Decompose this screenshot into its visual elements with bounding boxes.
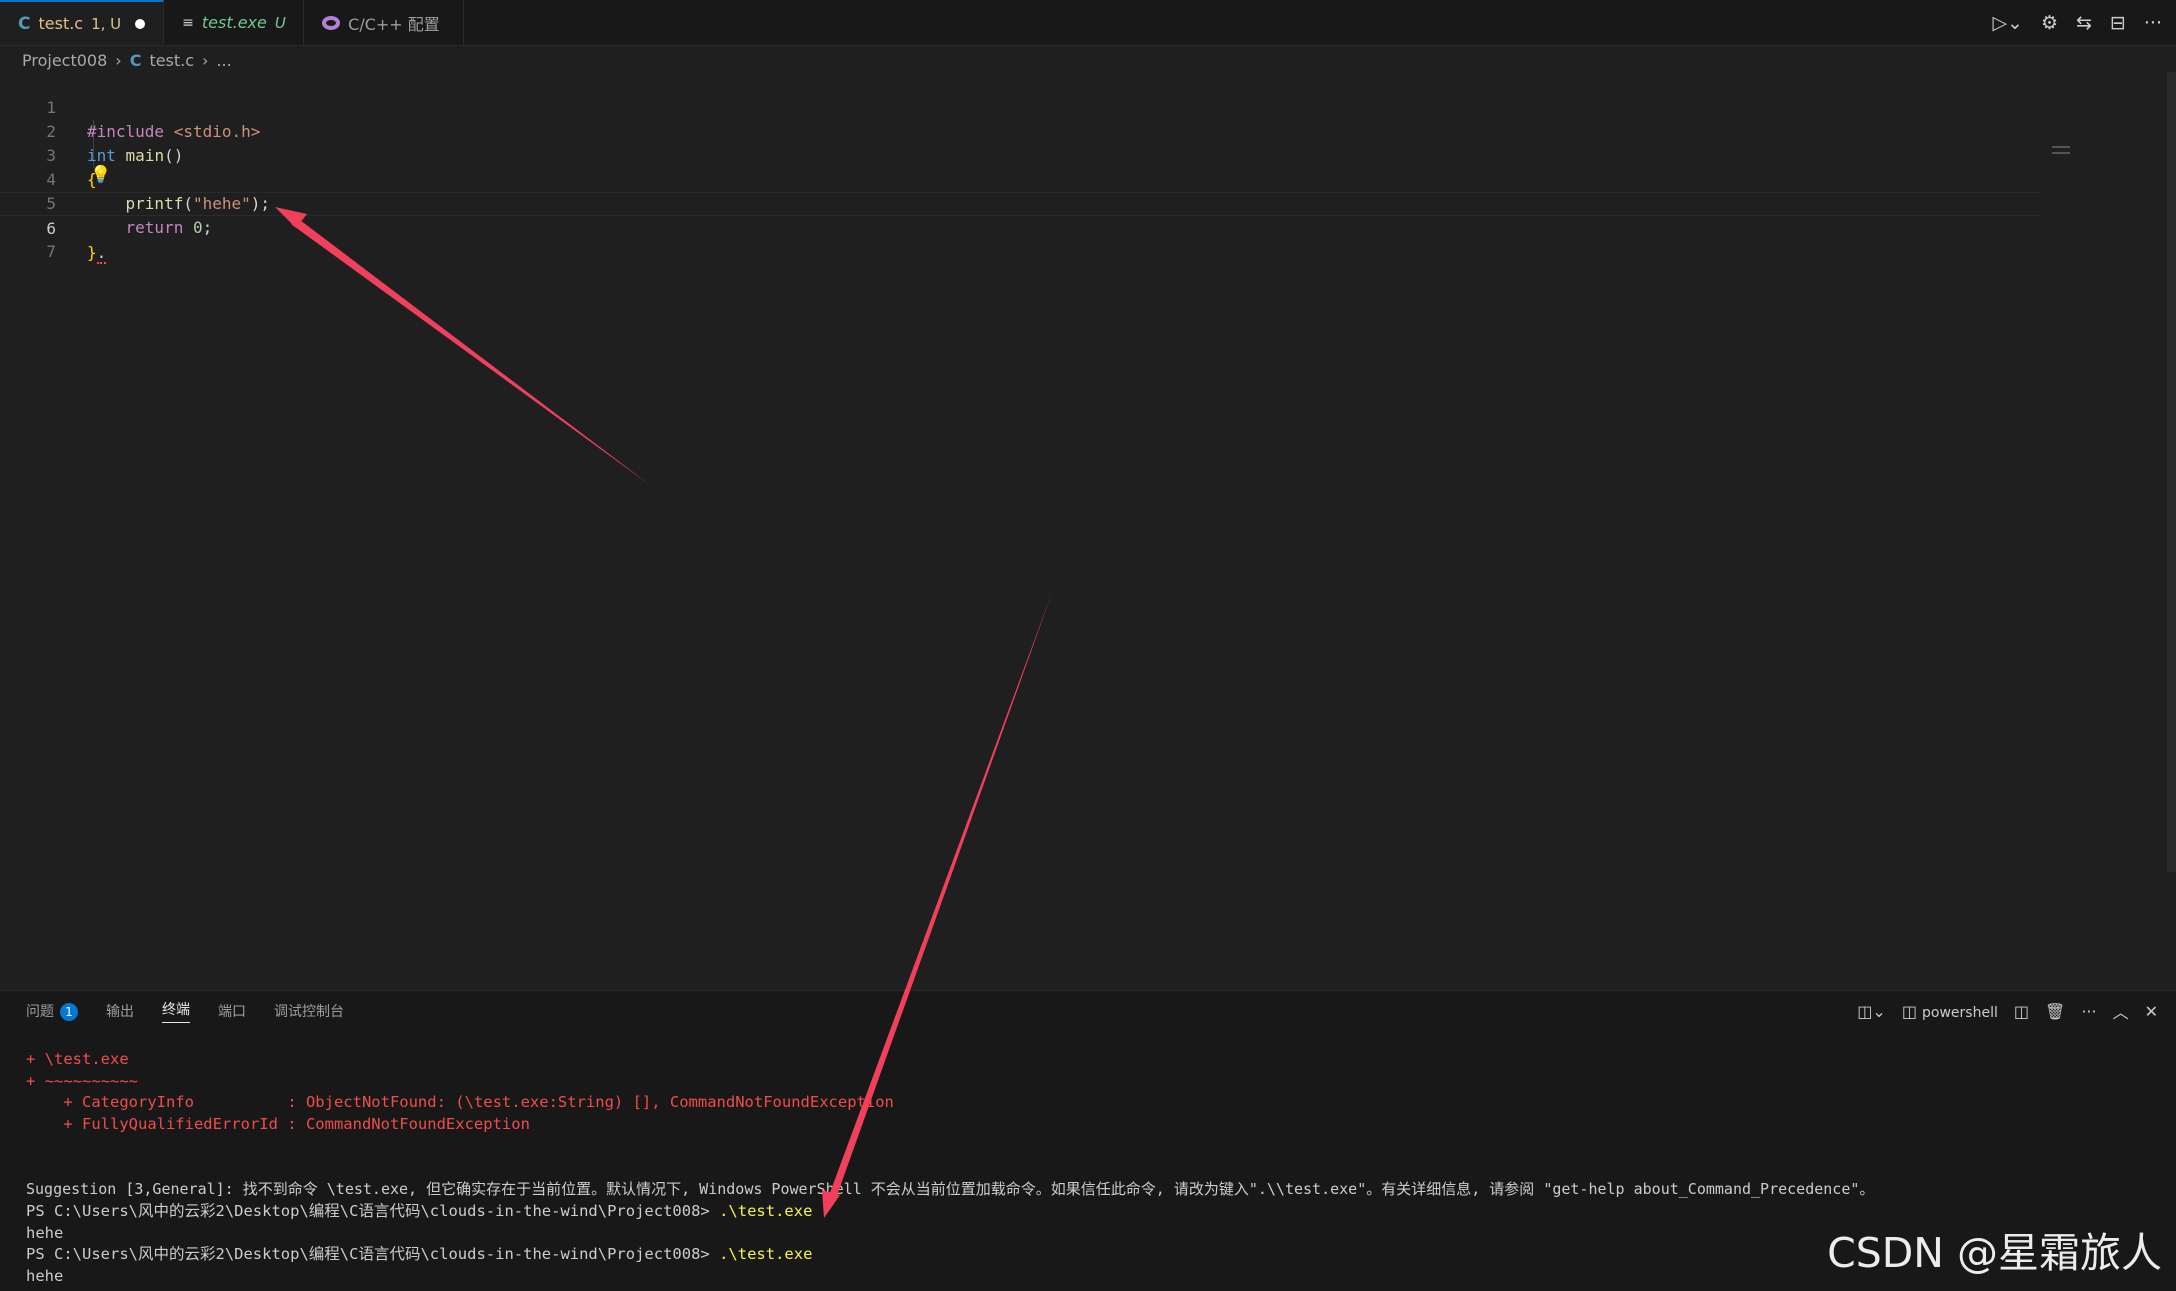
gear-icon[interactable]: ⚙ (2041, 12, 2058, 34)
unsaved-dot-icon[interactable] (135, 18, 146, 29)
breadcrumb-symbol[interactable]: ... (216, 51, 231, 70)
code-line[interactable]: 4 printf("hehe"); (0, 144, 2040, 213)
vscode-window: C test.c 1, U ≡ test.exe U C/C++ 配置 ▷⌄ ⚙… (0, 0, 2176, 1291)
tab-problems[interactable]: 问题 1 (26, 1001, 78, 1021)
tab-test-c[interactable]: C test.c 1, U (0, 0, 165, 45)
cpp-extension-icon (322, 15, 341, 30)
minimap[interactable] (2052, 146, 2070, 154)
terminal-line: Suggestion [3,General]: 找不到命令 \test.exe,… (26, 1180, 1875, 1199)
terminal-line: + FullyQualifiedErrorId : CommandNotFoun… (26, 1115, 530, 1134)
terminal-line: + \test.exe (26, 1050, 129, 1068)
terminal-line: + CategoryInfo : ObjectNotFound: (\test.… (26, 1093, 894, 1112)
code-line[interactable]: 1 #include <stdio.h> (0, 72, 2040, 141)
code-line[interactable]: 5 return 0; (0, 168, 2040, 237)
tab-label: test.exe (201, 13, 267, 32)
panel-actions: ◫⌄ ◫ powershell ◫ 🗑 ··· ︿ ✕ (1857, 991, 2158, 1031)
tab-test-exe[interactable]: ≡ test.exe U (164, 0, 305, 45)
breadcrumb: Project008 › C test.c › ... (22, 48, 232, 72)
breadcrumb-file[interactable]: test.c (149, 51, 194, 70)
breadcrumb-folder[interactable]: Project008 (22, 51, 107, 70)
terminal-instance[interactable]: ◫ powershell (1902, 1002, 1998, 1021)
code-editor[interactable]: 1 #include <stdio.h> 2 int main() 3 { 4 … (0, 72, 2176, 990)
maximize-panel-icon[interactable]: ︿ (2113, 999, 2129, 1023)
text-file-icon: ≡ (182, 14, 194, 31)
chevron-right-icon: › (202, 50, 209, 70)
tab-debug-console[interactable]: 调试控制台 (274, 1001, 344, 1021)
problems-count-badge: 1 (60, 1003, 78, 1021)
split-editor-icon[interactable]: ⊟ (2110, 12, 2126, 34)
code-line[interactable]: 7 (0, 216, 2040, 261)
editor-scrollbar[interactable] (2167, 72, 2176, 872)
code-line[interactable]: 2 int main() (0, 96, 2040, 165)
tab-badge: U (274, 13, 286, 32)
split-terminal-icon[interactable]: ◫ (2014, 1002, 2029, 1021)
tab-badge: 1, U (91, 14, 122, 33)
more-actions-icon[interactable]: ··· (2144, 12, 2162, 34)
c-file-icon: C (129, 50, 142, 70)
split-layout-icon[interactable]: ◫⌄ (1857, 1002, 1886, 1021)
tab-ports[interactable]: 端口 (218, 1001, 246, 1021)
csdn-watermark: CSDN @星霜旅人 (1827, 1229, 2162, 1277)
tab-cpp-config[interactable]: C/C++ 配置 (304, 0, 465, 45)
tab-label: test.c (38, 14, 84, 33)
code-line[interactable]: 3 { (0, 120, 2040, 189)
terminal-line: + ~~~~~~~~~~ (26, 1071, 138, 1090)
terminal-icon: ◫ (1901, 1001, 1917, 1021)
tab-terminal[interactable]: 终端 (162, 999, 190, 1023)
line-number: 7 (46, 242, 56, 261)
editor-tab-bar: C test.c 1, U ≡ test.exe U C/C++ 配置 ▷⌄ ⚙… (0, 0, 2176, 46)
lightbulb-icon[interactable]: 💡 (90, 165, 111, 185)
panel-tab-bar: 问题 1 输出 终端 端口 调试控制台 (26, 991, 344, 1031)
close-icon[interactable]: ✕ (2145, 1002, 2158, 1021)
code-text: }. (87, 243, 107, 264)
tab-label: C/C++ 配置 (348, 14, 440, 34)
run-debug-icon[interactable]: ▷⌄ (1992, 12, 2023, 34)
error-squiggle[interactable]: . (96, 243, 107, 264)
more-actions-icon[interactable]: ··· (2081, 1002, 2096, 1021)
c-file-icon: C (18, 13, 31, 34)
code-line-current[interactable]: 6 }. (0, 192, 2040, 264)
editor-actions: ▷⌄ ⚙ ⇆ ⊟ ··· (1992, 0, 2162, 45)
chevron-right-icon: › (115, 50, 122, 70)
compare-changes-icon[interactable]: ⇆ (2076, 12, 2092, 34)
trash-icon[interactable]: 🗑 (2045, 1002, 2065, 1021)
tab-output[interactable]: 输出 (106, 1001, 134, 1021)
